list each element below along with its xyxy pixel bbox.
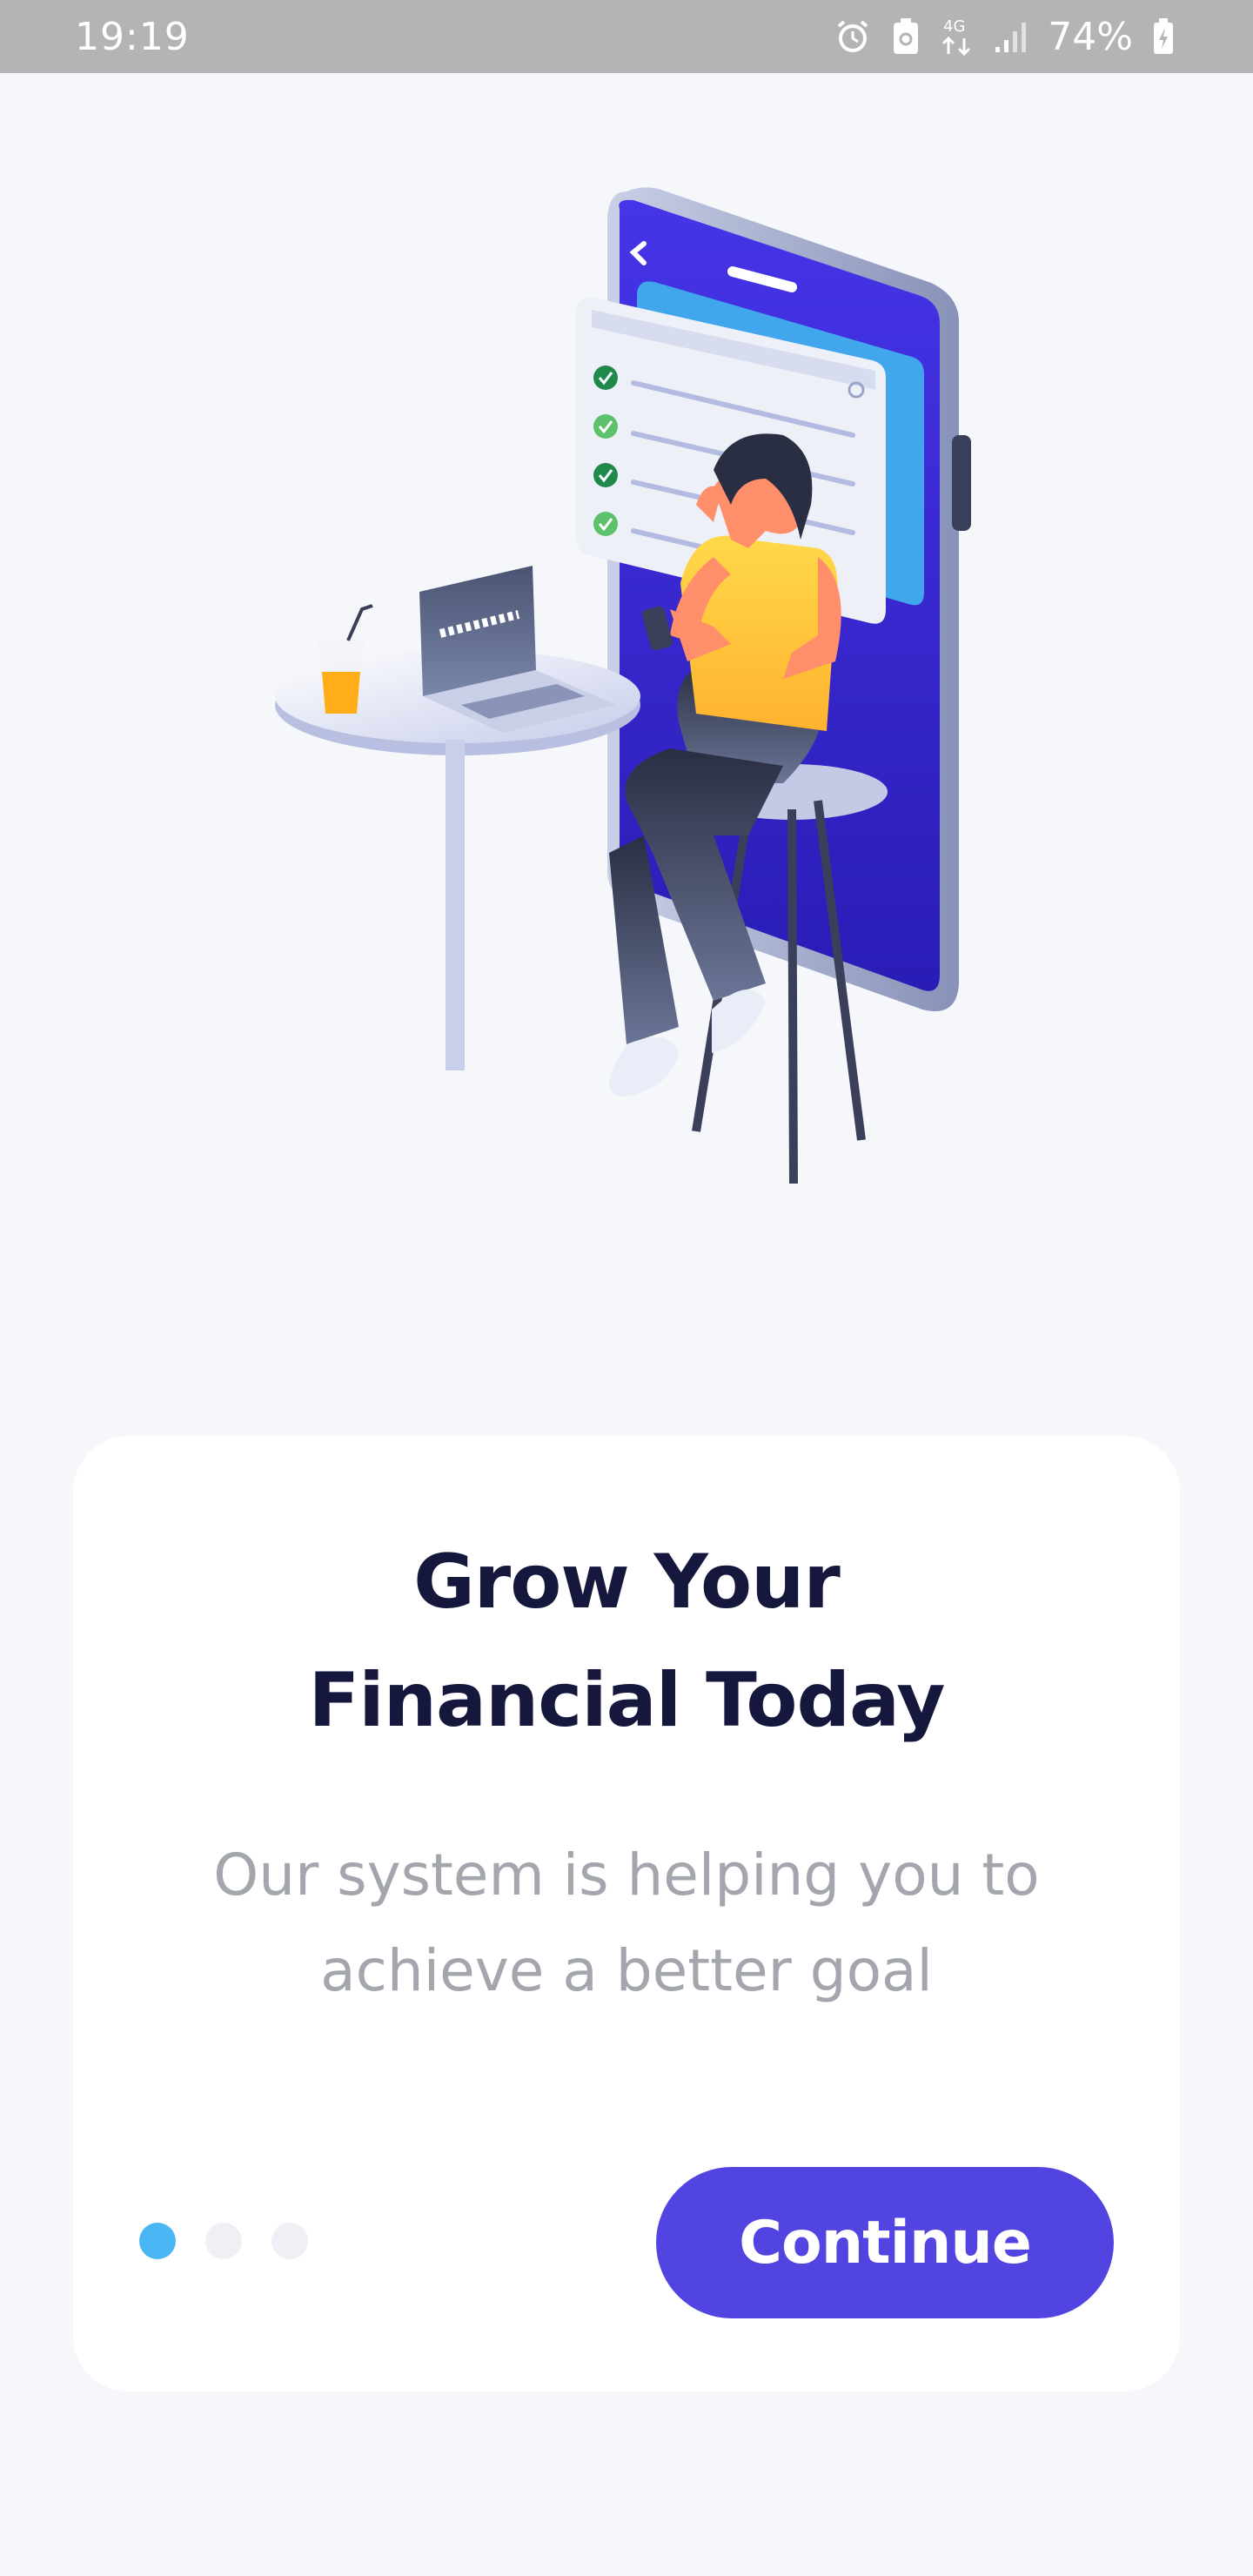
title-line-1: Grow Your [413,1539,841,1626]
signal-icon [994,19,1029,54]
page-indicator [139,2223,308,2259]
alarm-icon [834,17,872,56]
title-line-2: Financial Today [308,1657,946,1744]
page-dot-1[interactable] [139,2223,176,2259]
4g-icon: 4G [940,16,975,57]
onboarding-card: Grow Your Financial Today Our system is … [73,1436,1180,2392]
onboarding-illustration [261,174,1009,1210]
battery-charging-icon [1152,17,1175,56]
status-time: 19:19 [75,14,190,59]
status-bar: 19:19 4G 74% [0,0,1253,73]
page-dot-2[interactable] [205,2223,242,2259]
subtitle-line-2: achieve a better goal [320,1937,933,2004]
battery-saver-icon [891,17,921,56]
subtitle-line-1: Our system is helping you to [213,1841,1040,1909]
network-label: 4G [943,17,965,36]
status-icons: 4G 74% [834,15,1175,59]
page-subtitle: Our system is helping you to achieve a b… [73,1828,1180,2019]
continue-button[interactable]: Continue [656,2167,1114,2318]
page-title: Grow Your Financial Today [73,1523,1180,1760]
illustration-graphic [275,187,971,1184]
page-dot-3[interactable] [271,2223,308,2259]
battery-percent: 74% [1048,14,1133,59]
